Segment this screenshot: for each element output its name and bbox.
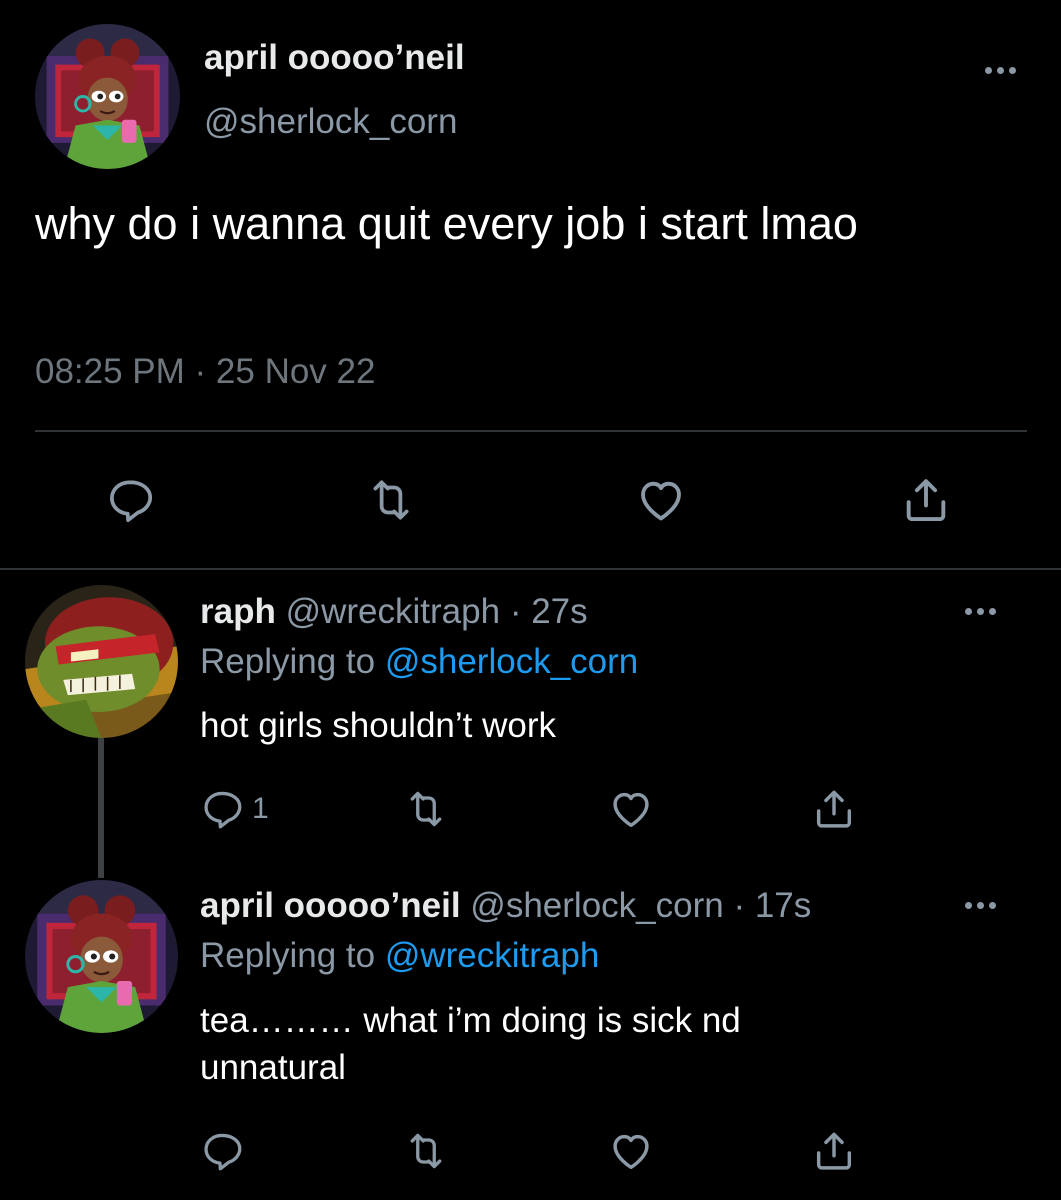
reply-reply-button[interactable]: [200, 1129, 244, 1173]
more-dot: [989, 608, 996, 615]
reply-display-name[interactable]: april ooooo’neil: [200, 886, 461, 925]
more-dot: [1009, 67, 1016, 74]
reply-count: 1: [252, 792, 269, 825]
replying-to-prefix: Replying to: [200, 642, 376, 681]
reply-reply-button[interactable]: [200, 787, 244, 831]
reply-more-button[interactable]: [965, 902, 996, 909]
more-dot: [997, 67, 1004, 74]
replying-to-mention[interactable]: @sherlock_corn: [385, 642, 638, 681]
more-dot: [977, 608, 984, 615]
divider: [35, 430, 1027, 432]
reply-header: april ooooo’neil @sherlock_corn · 17s: [200, 886, 811, 926]
like-icon: [635, 474, 687, 526]
reply-like-button[interactable]: [608, 786, 654, 832]
reply-time: · 27s: [509, 592, 588, 631]
retweet-icon: [366, 475, 416, 525]
reply-header: raph @wreckitraph · 27s: [200, 592, 588, 632]
like-icon: [608, 1128, 654, 1174]
divider: [0, 568, 1061, 570]
reply-more-button[interactable]: [965, 608, 996, 615]
reply-retweet-button[interactable]: [404, 787, 448, 831]
main-tweet-more-button[interactable]: [985, 67, 1016, 74]
share-icon: [811, 786, 857, 832]
reply-share-button[interactable]: [811, 1128, 857, 1174]
retweet-icon: [404, 1129, 448, 1173]
reply-retweet-button[interactable]: [404, 1129, 448, 1173]
reply-avatar[interactable]: [25, 880, 178, 1033]
main-tweet-handle[interactable]: @sherlock_corn: [204, 102, 457, 142]
more-dot: [989, 902, 996, 909]
more-dot: [965, 608, 972, 615]
replying-to-mention[interactable]: @wreckitraph: [385, 936, 599, 975]
reply-icon: [200, 787, 244, 831]
reply-handle[interactable]: @sherlock_corn: [470, 886, 723, 925]
april-avatar-icon: [25, 880, 178, 1033]
raph-avatar-icon: [25, 585, 178, 738]
retweet-icon: [404, 787, 448, 831]
reply-time: · 17s: [733, 886, 812, 925]
reply-text: hot girls shouldn’t work: [200, 706, 556, 745]
replying-to-line: Replying to @sherlock_corn: [200, 642, 638, 682]
main-tweet-text: why do i wanna quit every job i start lm…: [35, 198, 858, 249]
share-icon: [900, 474, 952, 526]
thread-connector-line: [98, 738, 104, 878]
reply-like-button[interactable]: [608, 1128, 654, 1174]
main-tweet-share-button[interactable]: [900, 474, 952, 526]
replying-to-line: Replying to @wreckitraph: [200, 936, 599, 976]
more-dot: [985, 67, 992, 74]
reply-handle[interactable]: @wreckitraph: [286, 592, 500, 631]
reply-avatar[interactable]: [25, 585, 178, 738]
more-dot: [965, 902, 972, 909]
more-dot: [977, 902, 984, 909]
reply-display-name[interactable]: raph: [200, 592, 276, 631]
main-tweet-display-name[interactable]: april ooooo’neil: [204, 38, 465, 78]
main-tweet-timestamp[interactable]: 08:25 PM · 25 Nov 22: [35, 352, 375, 392]
reply-text: tea……… what i’m doing is sick nd unnatur…: [200, 1001, 741, 1087]
april-avatar-icon: [35, 24, 180, 169]
main-tweet-retweet-button[interactable]: [366, 475, 416, 525]
share-icon: [811, 1128, 857, 1174]
reply-icon: [105, 475, 155, 525]
main-tweet-reply-button[interactable]: [105, 475, 155, 525]
reply-icon: [200, 1129, 244, 1173]
main-tweet-avatar[interactable]: [35, 24, 180, 169]
main-tweet-like-button[interactable]: [635, 474, 687, 526]
reply-share-button[interactable]: [811, 786, 857, 832]
replying-to-prefix: Replying to: [200, 936, 376, 975]
like-icon: [608, 786, 654, 832]
